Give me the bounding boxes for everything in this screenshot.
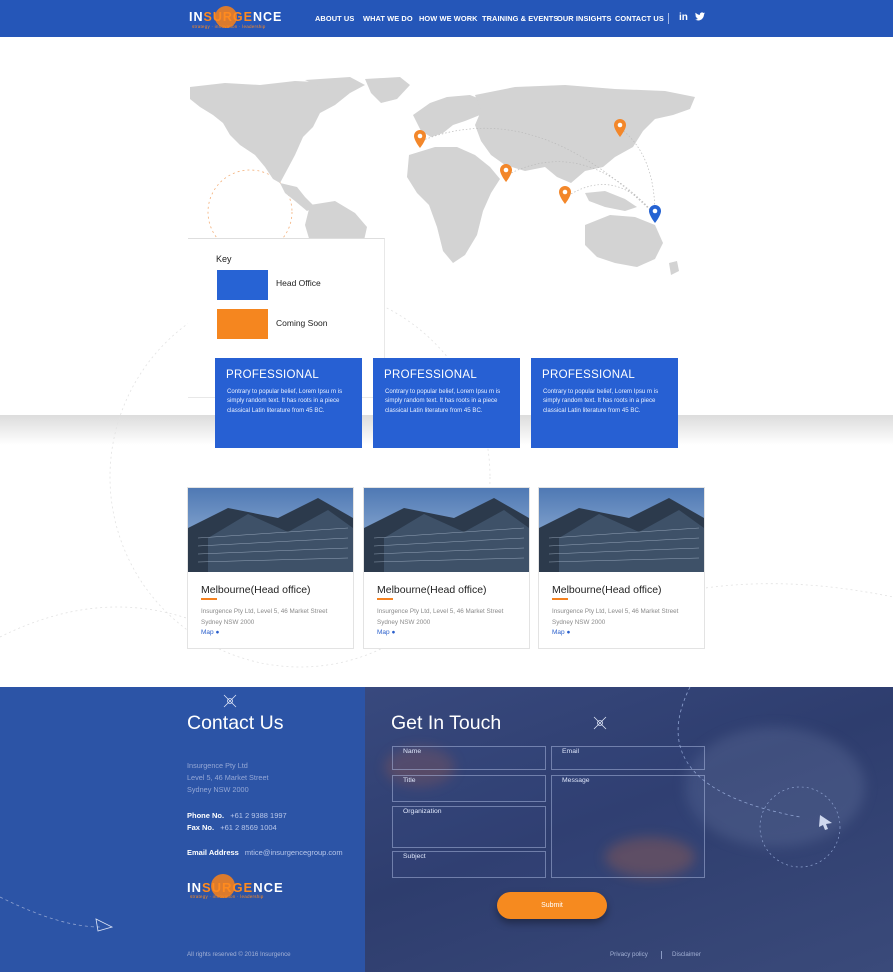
message-field[interactable]: Message [551,775,705,878]
nav-contact-us[interactable]: CONTACT US [615,14,664,23]
nav-what-we-do[interactable]: WHAT WE DO [363,14,413,23]
linkedin-icon[interactable]: in [679,12,688,23]
professional-card: PROFESSIONAL Contrary to popular belief,… [373,358,520,448]
head-office-swatch [217,270,268,300]
get-in-touch-heading: Get In Touch [391,712,502,734]
office-building-image [539,488,704,572]
map-pin-coming-soon[interactable] [414,130,426,148]
map-pin-icon: ● [215,629,220,636]
coming-soon-swatch [217,309,268,339]
professional-card: PROFESSIONAL Contrary to popular belief,… [215,358,362,448]
professional-card-title: PROFESSIONAL [384,369,478,381]
office-map-link[interactable]: Map ● [201,629,219,636]
office-card: Melbourne(Head office) Insurgence Pty Lt… [187,487,354,649]
email-link[interactable]: mtice@insurgencegroup.com [245,848,343,857]
office-card: Melbourne(Head office) Insurgence Pty Lt… [363,487,530,649]
map-key-title: Key [216,254,232,264]
office-building-image [188,488,353,572]
paper-plane-icon [95,918,114,932]
professional-card-text: Contrary to popular belief, Lorem Ipsu m… [227,388,343,414]
satellite-icon [593,716,607,730]
office-card-address: Insurgence Pty Ltd, Level 5, 46 Market S… [377,608,504,626]
privacy-policy-link[interactable]: Privacy policy [610,951,648,958]
office-card-address: Insurgence Pty Ltd, Level 5, 46 Market S… [552,608,679,626]
map-pin-coming-soon[interactable] [559,186,571,204]
fax-row: Fax No. +61 2 8569 1004 [187,823,277,832]
office-card-rule [201,598,217,600]
office-card-address: Insurgence Pty Ltd, Level 5, 46 Market S… [201,608,328,626]
subject-field[interactable]: Subject [392,851,546,878]
twitter-icon[interactable] [695,12,705,24]
office-card: Melbourne(Head office) Insurgence Pty Lt… [538,487,705,649]
office-card-title: Melbourne(Head office) [377,584,487,596]
fax-number: +61 2 8569 1004 [220,823,277,832]
phone-row: Phone No. +61 2 9388 1997 [187,811,287,820]
map-pin-coming-soon[interactable] [500,164,512,182]
contact-address: Insurgence Pty Ltd Level 5, 46 Market St… [187,761,269,794]
top-nav: INSURGENCE strategy · innovation · leade… [0,0,893,37]
professional-card-title: PROFESSIONAL [542,369,636,381]
submit-button[interactable]: Submit [497,892,607,919]
office-card-title: Melbourne(Head office) [552,584,662,596]
organization-field[interactable]: Organization [392,806,546,848]
nav-divider [668,13,669,24]
professional-card-text: Contrary to popular belief, Lorem Ipsu m… [543,388,659,414]
map-pin-icon: ● [391,629,396,636]
nav-about-us[interactable]: ABOUT US [315,14,354,23]
phone-number[interactable]: +61 2 9388 1997 [230,811,287,820]
title-field[interactable]: Title [392,775,546,802]
disclaimer-link[interactable]: Disclaimer [672,951,701,958]
office-card-rule [377,598,393,600]
logo[interactable]: INSURGENCE strategy · innovation · leade… [189,6,281,32]
map-pin-head-office[interactable] [649,205,661,223]
office-card-rule [552,598,568,600]
email-field[interactable]: Email [551,746,705,770]
nav-how-we-work[interactable]: HOW WE WORK [419,14,478,23]
professional-card-title: PROFESSIONAL [226,369,320,381]
copyright-text: All rights reserved © 2016 Insurgence [187,951,291,958]
logo-tagline: strategy · innovation · leadership [192,24,266,29]
office-map-link[interactable]: Map ● [552,629,570,636]
nav-training-events[interactable]: TRAINING & EVENTS [482,14,558,23]
head-office-label: Head Office [276,278,321,288]
office-building-image [364,488,529,572]
footer-logo[interactable]: INSURGENCE strategy · innovation · leade… [187,874,283,902]
office-map-link[interactable]: Map ● [377,629,395,636]
professional-card-text: Contrary to popular belief, Lorem Ipsu m… [385,388,501,414]
professional-card: PROFESSIONAL Contrary to popular belief,… [531,358,678,448]
logo-wordmark: INSURGENCE [189,10,283,24]
logo-wordmark: INSURGENCE [187,880,284,895]
email-row: Email Address mtice@insurgencegroup.com [187,848,343,857]
cursor-icon [819,815,832,830]
contact-us-heading: Contact Us [187,712,284,734]
office-card-title: Melbourne(Head office) [201,584,311,596]
coming-soon-label: Coming Soon [276,318,328,328]
footer-link-divider [661,951,662,959]
satellite-icon [223,694,237,708]
map-pin-icon: ● [566,629,571,636]
map-pin-coming-soon[interactable] [614,119,626,137]
nav-our-insights[interactable]: OUR INSIGHTS [557,14,612,23]
name-field[interactable]: Name [392,746,546,770]
logo-tagline: strategy · innovation · leadership [190,894,264,899]
